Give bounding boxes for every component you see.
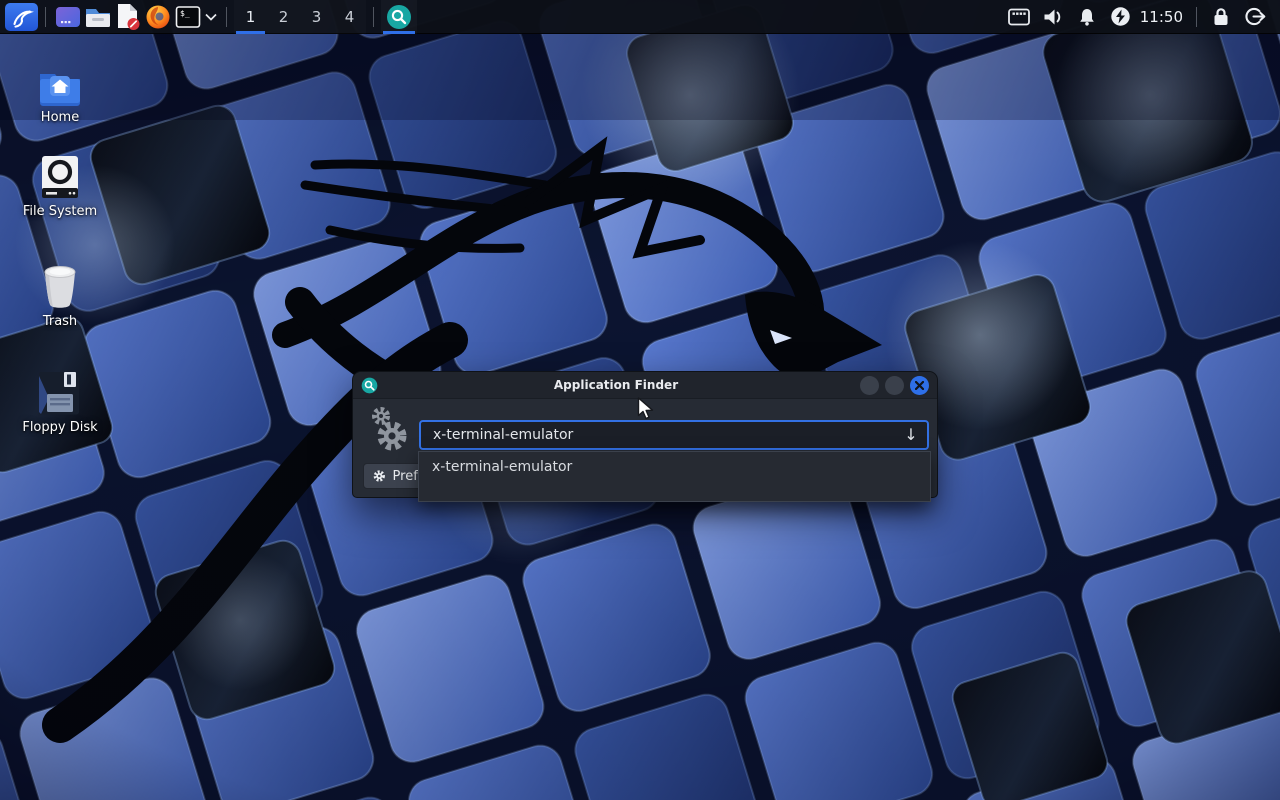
volume-icon[interactable] [1041,0,1065,34]
launcher-firefox[interactable] [143,0,173,34]
minimize-button[interactable] [860,376,879,395]
desktop-icon-label: Home [17,110,103,125]
search-input[interactable] [419,420,929,450]
panel-right: 11:50 [1002,0,1280,34]
tray-display-icon[interactable] [1007,0,1031,34]
application-finder-window: Application Finder ↓ [352,371,938,498]
panel-separator [1196,7,1197,27]
lock-screen-icon[interactable] [1209,0,1233,34]
floppy-disk-icon [17,368,103,416]
launcher-window-app[interactable] [53,0,83,34]
launcher-dropdown-chevron-icon[interactable] [203,0,219,34]
home-folder-icon [17,58,103,106]
appfinder-window-icon [386,4,412,30]
close-button[interactable] [910,376,929,395]
workspace-2[interactable]: 2 [267,0,300,34]
power-manager-icon[interactable] [1109,0,1133,34]
panel-separator [226,7,227,27]
appfinder-titlebar-icon [361,377,378,394]
desktop-icon-label: File System [17,204,103,219]
launcher-terminal[interactable]: $_ [173,0,203,34]
kali-logo-icon [10,5,34,29]
launcher-text-editor[interactable] [113,0,143,34]
launcher-file-manager[interactable] [83,0,113,34]
window-title: Application Finder [378,378,854,392]
workspace-switcher: 1 2 3 4 [234,0,366,34]
notifications-bell-icon[interactable] [1075,0,1099,34]
search-result-item[interactable]: x-terminal-emulator [419,452,930,481]
workspace-3[interactable]: 3 [300,0,333,34]
close-icon [915,381,924,390]
desktop-icon-floppy-disk[interactable]: Floppy Disk [17,368,103,435]
clock[interactable]: 11:50 [1140,8,1183,26]
desktop-icon-trash[interactable]: Trash [17,262,103,329]
workspace-4[interactable]: 4 [333,0,366,34]
file-system-drive-icon [17,152,103,200]
panel-left: $_ 1 2 3 4 [0,0,417,34]
workspace-1[interactable]: 1 [234,0,267,34]
window-app-icon [55,5,81,29]
gear-icon [373,469,386,483]
applications-menu-button[interactable] [5,3,38,31]
svg-text:$_: $_ [180,9,190,18]
desktop: $_ 1 2 3 4 [0,0,1280,800]
terminal-icon: $_ [175,5,201,29]
maximize-button[interactable] [885,376,904,395]
top-panel: $_ 1 2 3 4 [0,0,1280,34]
search-results-dropdown: x-terminal-emulator [418,451,931,502]
desktop-icon-label: Trash [17,314,103,329]
panel-separator [45,7,46,27]
firefox-icon [145,4,171,30]
gears-icon [365,405,413,455]
file-manager-icon [84,5,112,29]
logout-icon[interactable] [1243,0,1267,34]
desktop-icon-home[interactable]: Home [17,58,103,125]
panel-separator [373,7,374,27]
trash-icon [17,262,103,310]
desktop-icon-label: Floppy Disk [17,420,103,435]
text-editor-icon [115,3,141,30]
taskbar-application-finder[interactable] [381,0,417,34]
titlebar[interactable]: Application Finder [353,372,937,399]
desktop-icon-file-system[interactable]: File System [17,152,103,219]
